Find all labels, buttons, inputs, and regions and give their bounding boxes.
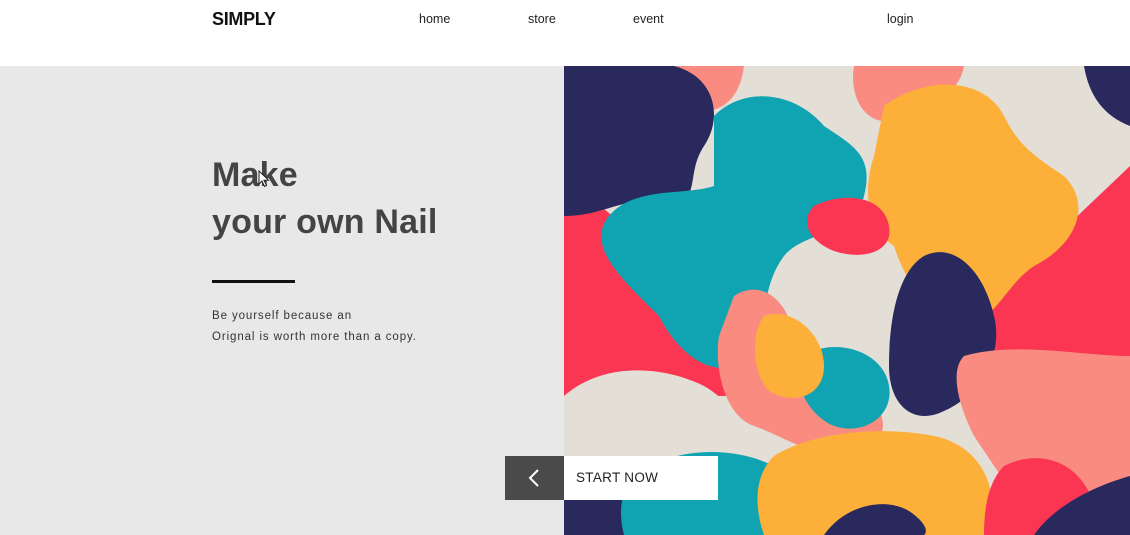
- chevron-left-icon: [528, 469, 539, 487]
- site-header: SIMPLY home store event login: [0, 0, 1130, 66]
- hero-text-panel: Make your own Nail Be yourself because a…: [0, 66, 564, 535]
- nav-store-link[interactable]: store: [528, 12, 556, 26]
- hero-subtitle: Be yourself because an Orignal is worth …: [212, 306, 417, 348]
- site-logo[interactable]: SIMPLY: [212, 9, 276, 30]
- hero-divider: [212, 280, 295, 283]
- hero-title-line-2: your own Nail: [212, 203, 438, 241]
- hero-title: Make your own Nail: [212, 152, 438, 246]
- hero-subtitle-line-1: Be yourself because an: [212, 310, 352, 322]
- nav-home-link[interactable]: home: [419, 12, 450, 26]
- start-now-label: START NOW: [576, 470, 659, 485]
- hero-title-line-1: Make: [212, 156, 298, 194]
- start-now-button[interactable]: START NOW: [564, 456, 718, 500]
- nav-login-link[interactable]: login: [887, 12, 913, 26]
- hero-subtitle-line-2: Orignal is worth more than a copy.: [212, 331, 417, 343]
- nav-event-link[interactable]: event: [633, 12, 664, 26]
- mouse-pointer-icon: [258, 170, 270, 188]
- previous-slide-button[interactable]: [505, 456, 564, 500]
